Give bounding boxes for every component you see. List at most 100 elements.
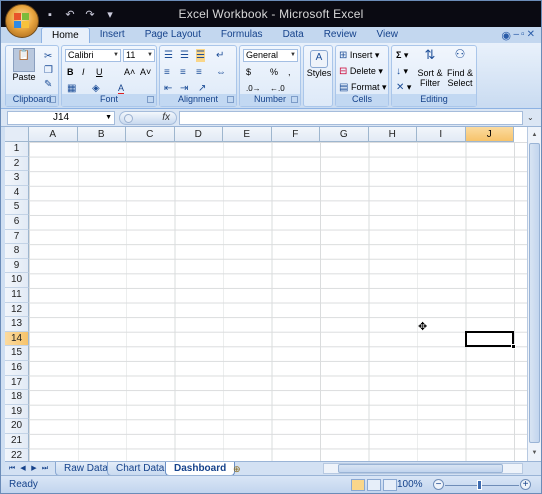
tab-review[interactable]: Review	[314, 27, 367, 43]
zoom-level[interactable]: 100%	[397, 479, 423, 490]
tab-formulas[interactable]: Formulas	[211, 27, 273, 43]
column-header-h[interactable]: H	[368, 127, 417, 142]
fill-icon[interactable]: ↓ ▾	[396, 65, 408, 78]
dialog-launcher-icon[interactable]	[227, 96, 234, 103]
row-header-12[interactable]: 12	[5, 302, 29, 318]
row-header-14[interactable]: 14	[5, 331, 29, 347]
column-header-j[interactable]: J	[465, 127, 514, 142]
sheet-tab-dashboard[interactable]: Dashboard	[165, 462, 236, 476]
merge-center-icon[interactable]: ⇔	[216, 66, 226, 79]
worksheet-grid[interactable]: ABCDEFGHIJ 1 2 3 4 5 6 7 8 9 10 11 12 13 14 15 16 17 18 19…	[5, 127, 541, 461]
vertical-scroll-thumb[interactable]	[529, 143, 540, 443]
row-header-2[interactable]: 2	[5, 156, 29, 172]
tab-page-layout[interactable]: Page Layout	[135, 27, 211, 43]
row-header-16[interactable]: 16	[5, 361, 29, 376]
currency-button[interactable]: $	[246, 66, 251, 79]
column-header-d[interactable]: D	[174, 127, 223, 142]
first-sheet-icon[interactable]: ⏮	[7, 463, 17, 474]
align-right-icon[interactable]: ≡	[196, 66, 202, 79]
dialog-launcher-icon[interactable]	[147, 96, 154, 103]
row-header-1[interactable]: 1	[5, 142, 29, 157]
cell-area[interactable]	[29, 142, 529, 461]
row-header-5[interactable]: 5	[5, 200, 29, 215]
column-header-c[interactable]: C	[126, 127, 175, 142]
last-sheet-icon[interactable]: ⏭	[40, 463, 50, 474]
tab-view[interactable]: View	[366, 27, 408, 43]
align-bottom-icon[interactable]: ☰	[196, 49, 205, 62]
copy-icon[interactable]: ❐	[44, 64, 53, 77]
zoom-in-icon[interactable]: +	[520, 479, 531, 490]
scroll-up-icon[interactable]: ▲	[529, 129, 540, 141]
column-header-e[interactable]: E	[223, 127, 272, 142]
row-header-10[interactable]: 10	[5, 273, 29, 288]
font-size-select[interactable]: 11 ▼	[123, 49, 155, 62]
row-header-18[interactable]: 18	[5, 390, 29, 405]
column-header-i[interactable]: I	[417, 127, 466, 142]
horizontal-scroll-thumb[interactable]	[338, 464, 503, 473]
name-box[interactable]: J14 ▼	[7, 111, 115, 125]
tab-insert[interactable]: Insert	[90, 27, 135, 43]
dialog-launcher-icon[interactable]	[291, 96, 298, 103]
column-header-f[interactable]: F	[271, 127, 320, 142]
number-format-select[interactable]: General ▼	[243, 49, 298, 62]
dialog-launcher-icon[interactable]	[49, 96, 56, 103]
active-cell[interactable]	[464, 330, 516, 350]
zoom-out-icon[interactable]: −	[433, 479, 444, 490]
scroll-down-icon[interactable]: ▼	[529, 447, 540, 459]
fill-handle[interactable]	[511, 344, 516, 350]
font-name-select[interactable]: Calibri ▼	[65, 49, 121, 62]
page-layout-view-icon[interactable]	[367, 479, 381, 491]
column-header-g[interactable]: G	[320, 127, 369, 142]
row-header-3[interactable]: 3	[5, 171, 29, 186]
prev-sheet-icon[interactable]: ◀	[18, 463, 28, 474]
column-header-a[interactable]: A	[29, 127, 78, 142]
select-all-corner[interactable]	[5, 127, 29, 142]
italic-button[interactable]: I	[82, 66, 85, 79]
row-header-8[interactable]: 8	[5, 244, 29, 259]
shrink-font-button[interactable]: A˅	[140, 66, 151, 79]
next-sheet-icon[interactable]: ▶	[29, 463, 39, 474]
page-break-view-icon[interactable]	[383, 479, 397, 491]
underline-button[interactable]: U	[96, 66, 103, 79]
autosum-icon[interactable]: Σ ▾	[396, 49, 408, 62]
row-header-19[interactable]: 19	[5, 404, 29, 420]
row-header-9[interactable]: 9	[5, 258, 29, 274]
sheet-tab-chart-data[interactable]: Chart Data	[107, 462, 174, 476]
styles-button[interactable]: A Styles	[306, 50, 332, 78]
row-header-17[interactable]: 17	[5, 375, 29, 391]
format-painter-icon[interactable]: ✎	[44, 78, 52, 91]
row-header-6[interactable]: 6	[5, 215, 29, 230]
grow-font-button[interactable]: A˄	[124, 66, 135, 79]
row-header-15[interactable]: 15	[5, 346, 29, 361]
column-header-b[interactable]: B	[77, 127, 126, 142]
tab-data[interactable]: Data	[273, 27, 314, 43]
find-select-button[interactable]: ⚇ Find & Select	[446, 48, 474, 89]
row-header-4[interactable]: 4	[5, 185, 29, 201]
expand-formula-bar-icon[interactable]: ⌄	[527, 112, 537, 124]
align-top-icon[interactable]: ☰	[164, 49, 173, 62]
zoom-knob[interactable]	[477, 480, 482, 490]
center-icon[interactable]: ≡	[180, 66, 186, 79]
horizontal-scrollbar[interactable]	[323, 463, 523, 474]
cut-icon[interactable]: ✂	[44, 50, 52, 63]
percent-button[interactable]: %	[270, 66, 278, 79]
format-cells-button[interactable]: ▤ Format ▾	[339, 81, 387, 94]
office-button[interactable]	[5, 4, 39, 38]
workbook-window-controls[interactable]: –▫✕	[514, 29, 538, 40]
sort-filter-button[interactable]: ⇅ Sort & Filter	[416, 48, 444, 88]
row-header-7[interactable]: 7	[5, 229, 29, 245]
row-header-21[interactable]: 21	[5, 434, 29, 449]
vertical-scrollbar[interactable]: ▲ ▼	[527, 127, 541, 461]
normal-view-icon[interactable]	[351, 479, 365, 491]
tab-home[interactable]: Home	[41, 27, 90, 43]
bold-button[interactable]: B	[67, 66, 74, 79]
formula-input[interactable]	[179, 111, 523, 125]
insert-cells-button[interactable]: ⊞ Insert ▾	[339, 49, 379, 62]
row-header-13[interactable]: 13	[5, 317, 29, 332]
clear-icon[interactable]: ✕ ▾	[396, 81, 411, 94]
align-left-icon[interactable]: ≡	[164, 66, 170, 79]
row-header-11[interactable]: 11	[5, 288, 29, 303]
row-header-22[interactable]: 22	[5, 448, 29, 461]
row-header-20[interactable]: 20	[5, 419, 29, 434]
insert-sheet-icon[interactable]: ⊕	[233, 463, 247, 475]
